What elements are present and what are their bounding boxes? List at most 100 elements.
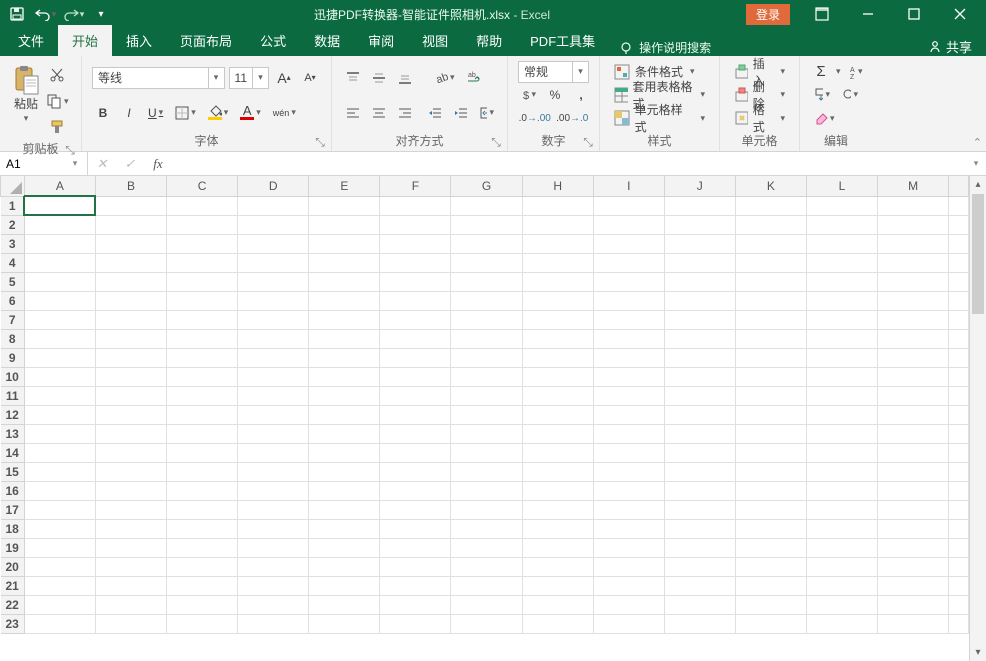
cell[interactable] bbox=[451, 367, 522, 386]
cell[interactable] bbox=[735, 329, 806, 348]
cell[interactable] bbox=[95, 329, 166, 348]
cell[interactable] bbox=[806, 500, 877, 519]
row-header[interactable]: 12 bbox=[1, 405, 25, 424]
tab-pdf-tools[interactable]: PDF工具集 bbox=[516, 25, 609, 56]
cell[interactable] bbox=[593, 538, 664, 557]
cell[interactable] bbox=[309, 310, 380, 329]
accounting-format-button[interactable]: $▾ bbox=[518, 84, 540, 106]
cell[interactable] bbox=[380, 443, 451, 462]
name-box-input[interactable] bbox=[0, 157, 66, 171]
cell[interactable] bbox=[593, 291, 664, 310]
cell[interactable] bbox=[238, 576, 309, 595]
row-header[interactable]: 7 bbox=[1, 310, 25, 329]
cancel-formula-button[interactable]: ✕ bbox=[88, 152, 116, 175]
cell[interactable] bbox=[806, 576, 877, 595]
border-button[interactable]: ▾ bbox=[171, 102, 200, 124]
cell[interactable] bbox=[24, 386, 95, 405]
cell[interactable] bbox=[95, 215, 166, 234]
cell[interactable] bbox=[238, 196, 309, 215]
cell[interactable] bbox=[735, 500, 806, 519]
cell[interactable] bbox=[238, 500, 309, 519]
scroll-up-button[interactable]: ▴ bbox=[970, 176, 986, 193]
cell[interactable] bbox=[238, 348, 309, 367]
align-middle-button[interactable] bbox=[368, 67, 390, 89]
cell[interactable] bbox=[309, 196, 380, 215]
row-header[interactable]: 4 bbox=[1, 253, 25, 272]
clipboard-launcher[interactable]: ⤡ bbox=[63, 143, 77, 157]
cell[interactable] bbox=[806, 614, 877, 633]
cell[interactable] bbox=[806, 367, 877, 386]
cell[interactable] bbox=[380, 329, 451, 348]
cell[interactable] bbox=[593, 234, 664, 253]
column-header[interactable]: H bbox=[522, 176, 593, 196]
cell[interactable] bbox=[309, 443, 380, 462]
row-header[interactable]: 8 bbox=[1, 329, 25, 348]
cell[interactable] bbox=[24, 310, 95, 329]
cell[interactable] bbox=[24, 500, 95, 519]
cell[interactable] bbox=[735, 215, 806, 234]
cell[interactable] bbox=[806, 557, 877, 576]
tab-insert[interactable]: 插入 bbox=[112, 25, 166, 56]
column-header[interactable]: I bbox=[593, 176, 664, 196]
cell[interactable] bbox=[380, 215, 451, 234]
undo-button[interactable]: ▾ bbox=[32, 2, 58, 26]
cell[interactable] bbox=[451, 481, 522, 500]
cell[interactable] bbox=[735, 614, 806, 633]
cell[interactable] bbox=[95, 500, 166, 519]
cell[interactable] bbox=[24, 557, 95, 576]
column-header[interactable]: D bbox=[238, 176, 309, 196]
autosum-button[interactable]: Σ bbox=[810, 61, 832, 83]
cell[interactable] bbox=[95, 595, 166, 614]
alignment-launcher[interactable]: ⤡ bbox=[489, 135, 503, 149]
row-header[interactable]: 20 bbox=[1, 557, 25, 576]
cell[interactable] bbox=[664, 557, 735, 576]
cell[interactable] bbox=[380, 272, 451, 291]
cell[interactable] bbox=[522, 196, 593, 215]
cell[interactable] bbox=[451, 405, 522, 424]
cell[interactable] bbox=[878, 614, 949, 633]
cell[interactable] bbox=[451, 557, 522, 576]
cell[interactable] bbox=[380, 348, 451, 367]
ribbon-display-options-button[interactable] bbox=[800, 0, 844, 28]
cell[interactable] bbox=[24, 348, 95, 367]
cell[interactable] bbox=[522, 443, 593, 462]
cell[interactable] bbox=[24, 576, 95, 595]
cell[interactable] bbox=[593, 310, 664, 329]
cell[interactable] bbox=[95, 348, 166, 367]
cell[interactable] bbox=[878, 329, 949, 348]
cell[interactable] bbox=[238, 519, 309, 538]
cell[interactable] bbox=[380, 462, 451, 481]
cell[interactable] bbox=[593, 405, 664, 424]
cell[interactable] bbox=[24, 291, 95, 310]
align-bottom-button[interactable] bbox=[394, 67, 416, 89]
cell[interactable] bbox=[451, 386, 522, 405]
cell[interactable] bbox=[24, 329, 95, 348]
cell[interactable] bbox=[806, 538, 877, 557]
cell[interactable] bbox=[878, 386, 949, 405]
cell[interactable] bbox=[24, 253, 95, 272]
cell[interactable] bbox=[878, 291, 949, 310]
cell[interactable] bbox=[380, 557, 451, 576]
cell[interactable] bbox=[380, 424, 451, 443]
cell[interactable] bbox=[806, 519, 877, 538]
cell[interactable] bbox=[167, 614, 238, 633]
cell[interactable] bbox=[522, 291, 593, 310]
row-header[interactable]: 18 bbox=[1, 519, 25, 538]
row-header[interactable]: 16 bbox=[1, 481, 25, 500]
cell[interactable] bbox=[95, 462, 166, 481]
format-cells-button[interactable]: 格式▾ bbox=[730, 107, 789, 129]
column-header[interactable]: M bbox=[878, 176, 949, 196]
cell[interactable] bbox=[309, 424, 380, 443]
tab-view[interactable]: 视图 bbox=[408, 25, 462, 56]
cell[interactable] bbox=[878, 310, 949, 329]
cell[interactable] bbox=[380, 386, 451, 405]
cell[interactable] bbox=[451, 519, 522, 538]
tell-me-search[interactable]: 操作说明搜索 bbox=[609, 39, 721, 56]
cell[interactable] bbox=[238, 253, 309, 272]
row-header[interactable]: 5 bbox=[1, 272, 25, 291]
cell[interactable] bbox=[309, 272, 380, 291]
cell[interactable] bbox=[522, 462, 593, 481]
cell[interactable] bbox=[167, 519, 238, 538]
cell[interactable] bbox=[451, 310, 522, 329]
row-header[interactable]: 2 bbox=[1, 215, 25, 234]
